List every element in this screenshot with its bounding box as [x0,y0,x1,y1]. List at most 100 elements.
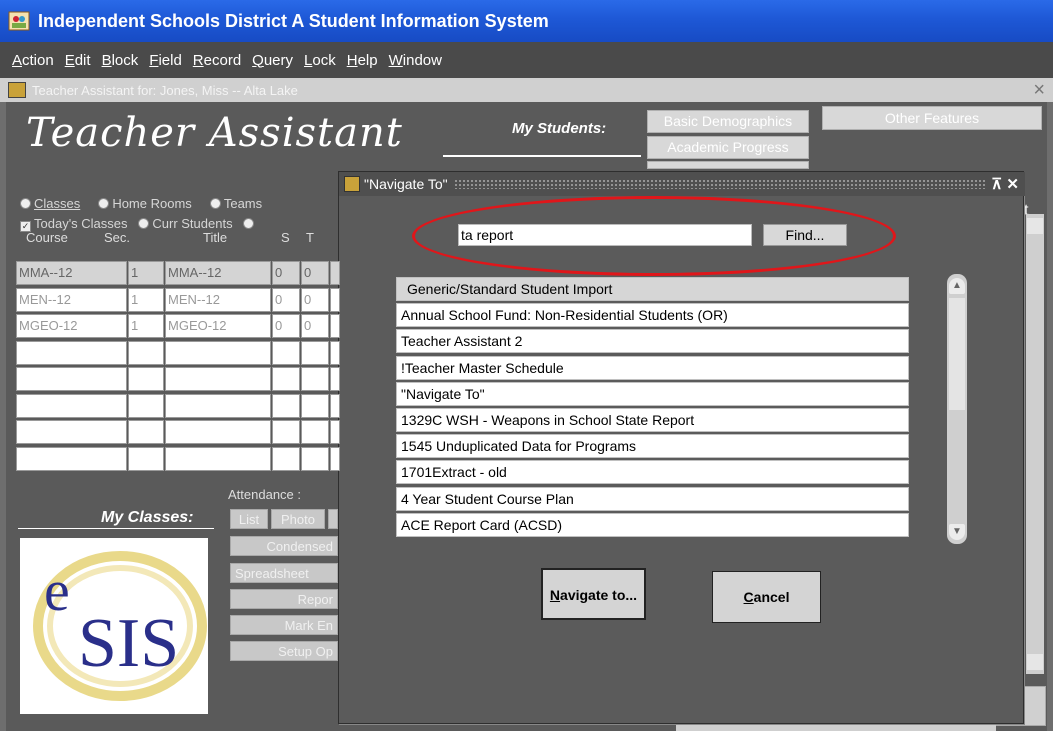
class-cell[interactable] [165,420,271,444]
class-cell[interactable] [330,261,340,285]
class-cell[interactable]: MGEO-12 [165,314,271,338]
condensed-button[interactable]: Condensed [230,536,338,556]
menu-record[interactable]: Record [193,52,241,69]
photo-button[interactable]: Photo [271,509,325,529]
class-cell[interactable] [272,446,300,471]
class-cell[interactable] [330,420,340,444]
class-cell[interactable] [128,367,164,391]
extra-radio[interactable] [243,218,255,229]
curr-students-radio[interactable]: Curr Students [138,216,233,231]
class-cell[interactable] [301,367,329,391]
menu-help[interactable]: Help [347,52,378,69]
class-cell[interactable] [301,340,329,365]
class-cell[interactable]: 0 [272,261,300,285]
menu-edit[interactable]: Edit [65,52,91,69]
class-cell[interactable] [128,340,164,365]
class-cell[interactable] [272,393,300,418]
class-cell[interactable] [330,446,340,471]
dialog-title-bar[interactable]: "Navigate To" ⊼ ✕ [339,172,1025,196]
spreadsheet-button[interactable]: Spreadsheet [230,563,338,583]
class-cell[interactable] [301,446,329,471]
class-cell[interactable] [272,340,300,365]
class-cell[interactable]: 0 [301,287,329,312]
class-cell[interactable] [165,340,271,365]
class-cell[interactable] [301,393,329,418]
class-cell[interactable]: 0 [272,314,300,338]
menu-window[interactable]: Window [389,52,442,69]
menu-block[interactable]: Block [102,52,139,69]
class-cell[interactable]: MMA--12 [165,261,271,285]
report-list-item[interactable]: 1701Extract - old [396,460,909,485]
class-cell[interactable]: MGEO-12 [16,314,127,338]
report-list-item[interactable]: !Teacher Master Schedule [396,355,909,380]
list-scroll-down-icon[interactable]: ▼ [949,524,965,540]
teams-radio[interactable]: Teams [209,196,262,211]
class-cell[interactable] [330,393,340,418]
student-feature-button[interactable] [647,161,809,169]
class-cell[interactable] [16,446,127,471]
attendance-extra-button[interactable] [328,509,338,529]
cancel-button[interactable]: Cancel [712,571,821,623]
report-list-item[interactable]: "Navigate To" [396,381,909,406]
class-cell[interactable] [16,340,127,365]
home-rooms-radio[interactable]: Home Rooms [98,196,192,211]
class-cell[interactable] [330,340,340,365]
class-cell[interactable]: MEN--12 [165,287,271,312]
menu-action[interactable]: Action [12,52,54,69]
class-cell[interactable]: 1 [128,314,164,338]
close-icon[interactable]: × [1033,78,1045,102]
class-cell[interactable] [16,420,127,444]
class-cell[interactable] [330,287,340,312]
class-cell[interactable]: 0 [301,314,329,338]
mark-entry-button[interactable]: Mark En [230,615,338,635]
class-cell[interactable] [128,393,164,418]
class-cell[interactable] [272,367,300,391]
setup-options-button[interactable]: Setup Op [230,641,338,661]
class-cell[interactable]: MMA--12 [16,261,127,285]
report-list-item[interactable]: 4 Year Student Course Plan [396,486,909,511]
class-cell[interactable] [128,446,164,471]
scroll-down-arrow[interactable] [1027,654,1043,670]
scroll-up-arrow[interactable] [1027,218,1043,234]
academic-progress-button[interactable]: Academic Progress [647,136,809,159]
report-list-item[interactable]: 1329C WSH - Weapons in School State Repo… [396,408,909,432]
report-list-item[interactable]: ACE Report Card (ACSD) [396,512,909,537]
basic-demographics-button[interactable]: Basic Demographics [647,110,809,133]
report-list-item[interactable]: Teacher Assistant 2 [396,329,909,354]
classes-radio[interactable]: Classes [20,196,80,211]
class-cell[interactable] [330,314,340,338]
class-cell[interactable] [16,367,127,391]
class-cell[interactable] [165,446,271,471]
list-scroll-thumb[interactable] [949,298,965,410]
dialog-window-controls-icon[interactable]: ⊼ ✕ [991,175,1019,193]
report-list-item[interactable]: 1545 Unduplicated Data for Programs [396,434,909,459]
right-scrollbar[interactable] [1026,214,1044,674]
list-scrollbar[interactable]: ▲ ▼ [947,274,967,544]
class-cell[interactable]: 0 [301,261,329,285]
list-scroll-up-icon[interactable]: ▲ [949,278,965,294]
report-list-item[interactable]: Generic/Standard Student Import [396,277,909,301]
red-highlight-ellipse [412,196,896,276]
dialog-drag-area[interactable] [453,179,986,189]
menu-query[interactable]: Query [252,52,293,69]
class-cell[interactable] [165,367,271,391]
class-cell[interactable]: 0 [272,287,300,312]
class-cell[interactable] [330,367,340,391]
todays-classes-checkbox[interactable]: ✓ Today's Classes [20,216,128,232]
report-list-item[interactable]: Annual School Fund: Non-Residential Stud… [396,303,909,328]
class-cell[interactable] [301,420,329,444]
list-button[interactable]: List [230,509,268,529]
navigate-to-button[interactable]: Navigate to... [541,568,646,620]
other-features-button[interactable]: Other Features [822,106,1042,130]
class-cell[interactable] [165,393,271,418]
menu-lock[interactable]: Lock [304,52,336,69]
class-cell[interactable]: 1 [128,287,164,312]
class-cell[interactable] [128,420,164,444]
class-cell[interactable] [272,420,300,444]
reports-button[interactable]: Repor [230,589,338,609]
col-t: T [306,230,314,245]
class-cell[interactable]: 1 [128,261,164,285]
class-cell[interactable]: MEN--12 [16,287,127,312]
menu-field[interactable]: Field [149,52,182,69]
class-cell[interactable] [16,393,127,418]
